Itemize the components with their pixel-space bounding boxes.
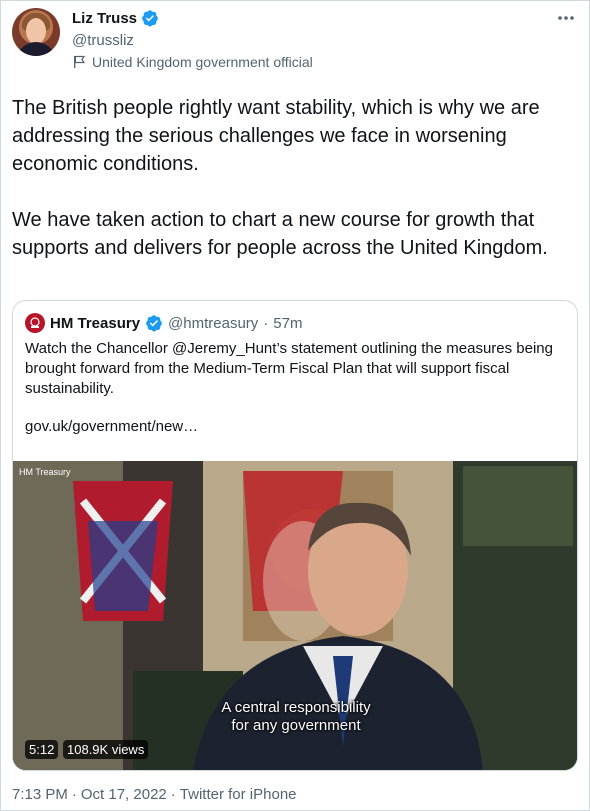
separator-dot: · [170, 786, 176, 803]
quoted-author-name[interactable]: HM Treasury [50, 315, 140, 332]
verified-badge-icon [142, 10, 158, 27]
author-handle[interactable]: @trussliz [72, 32, 134, 49]
quoted-author-handle: @hmtreasury [168, 314, 259, 332]
tweet-source[interactable]: Twitter for iPhone [180, 786, 297, 803]
tweet-metadata: 7:13 PM · Oct 17, 2022 · Twitter for iPh… [12, 786, 297, 803]
more-options-button[interactable] [556, 8, 576, 28]
government-label: United Kingdom government official [72, 54, 313, 70]
tweet-text: The British people rightly want stabilit… [12, 97, 548, 259]
more-icon [558, 16, 574, 20]
quoted-tweet-link[interactable]: gov.uk/government/new… [25, 418, 198, 435]
quoted-author-avatar[interactable] [25, 313, 45, 333]
tweet-time[interactable]: 7:13 PM [12, 786, 68, 803]
verified-badge-icon [146, 315, 162, 332]
government-label-text: United Kingdom government official [92, 54, 313, 70]
video-watermark: HM Treasury [19, 467, 71, 477]
separator-dot: · [263, 314, 269, 332]
video-duration: 5:12 [25, 740, 59, 759]
separator-dot: · [71, 786, 77, 803]
quoted-tweet[interactable]: HM Treasury @hmtreasury · 57m Watch the … [12, 300, 578, 771]
author-name-row: Liz Truss [72, 9, 159, 27]
video-views: 108.9K views [63, 740, 149, 759]
video-subtitle-line-1: A central responsibility [221, 699, 371, 716]
quoted-tweet-header: HM Treasury @hmtreasury · 57m [25, 313, 302, 333]
crest-icon [30, 317, 40, 328]
video-player[interactable]: HM Treasury A central responsibility for… [13, 461, 577, 770]
author-name[interactable]: Liz Truss [72, 10, 137, 27]
quoted-tweet-time: 57m [273, 314, 303, 332]
quoted-tweet-text: Watch the Chancellor @Jeremy_Hunt’s stat… [25, 340, 553, 397]
tweet-date[interactable]: Oct 17, 2022 [81, 786, 167, 803]
flag-icon [74, 55, 86, 68]
video-subtitle-line-2: for any government [231, 717, 361, 734]
author-avatar[interactable] [12, 8, 60, 56]
